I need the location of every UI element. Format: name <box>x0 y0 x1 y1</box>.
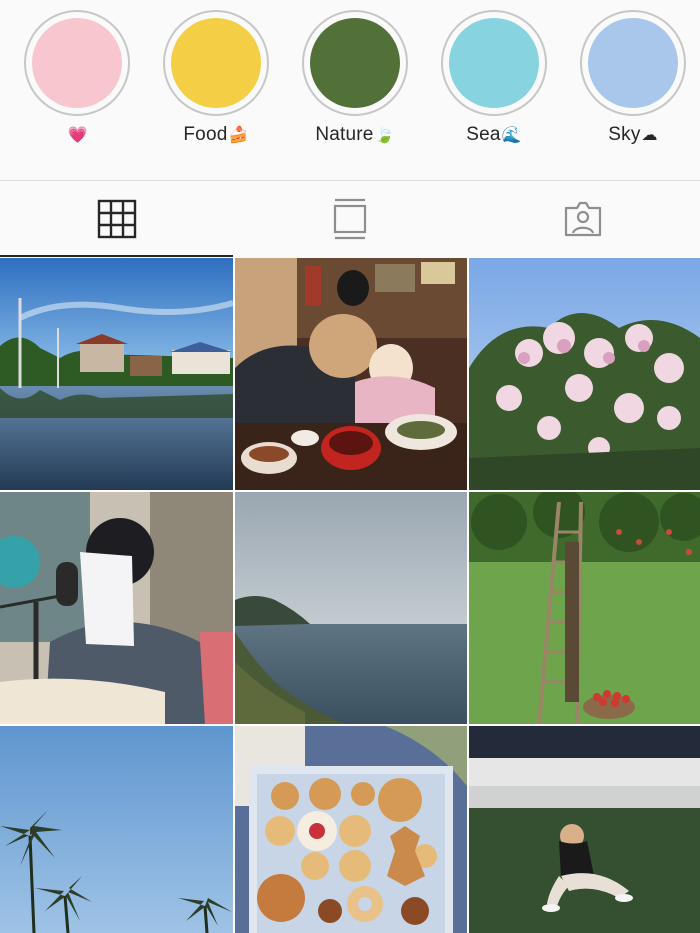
wave-emoji-icon: 🌊 <box>501 125 522 144</box>
highlight-sea[interactable]: Sea🌊 <box>439 10 549 170</box>
story-highlights: 💗 Food🍰 Nature🍃 Sea🌊 Sky☁ <box>0 0 700 180</box>
highlight-cover <box>588 18 678 108</box>
post-thumbnail[interactable] <box>0 492 233 724</box>
highlight-sky[interactable]: Sky☁ <box>578 10 688 170</box>
post-grid <box>0 258 700 933</box>
highlight-ring <box>441 10 547 116</box>
post-thumbnail[interactable] <box>469 726 700 933</box>
highlight-label: Food🍰 <box>183 124 249 145</box>
tab-tagged[interactable] <box>466 181 700 257</box>
tab-grid[interactable] <box>0 181 233 257</box>
cloud-emoji-icon: ☁ <box>641 125 658 144</box>
highlight-heart[interactable]: 💗 <box>22 10 132 170</box>
person-sitting-grass-photo <box>469 726 700 933</box>
post-thumbnail[interactable] <box>469 258 700 490</box>
tagged-person-icon <box>564 201 602 237</box>
feed-list-icon <box>333 198 366 240</box>
restaurant-people-photo <box>235 258 467 490</box>
highlight-label: Nature🍃 <box>315 124 395 145</box>
highlight-cover <box>171 18 261 108</box>
highlight-cover <box>310 18 400 108</box>
highlight-ring <box>302 10 408 116</box>
post-thumbnail[interactable] <box>0 726 233 933</box>
highlight-cover <box>32 18 122 108</box>
post-thumbnail[interactable] <box>469 492 700 724</box>
cake-emoji-icon: 🍰 <box>228 125 249 144</box>
highlight-ring <box>163 10 269 116</box>
highlight-ring <box>580 10 686 116</box>
flowering-tree-photo <box>469 258 700 490</box>
lake-village-photo <box>0 258 233 490</box>
cookie-box-photo <box>235 726 467 933</box>
post-thumbnail[interactable] <box>0 258 233 490</box>
highlight-label: Sky☁ <box>608 124 658 145</box>
highlight-label: 💗 <box>2 124 152 146</box>
grid-icon <box>97 199 136 239</box>
post-thumbnail[interactable] <box>235 726 467 933</box>
radio-studio-photo <box>0 492 233 724</box>
highlight-nature[interactable]: Nature🍃 <box>300 10 410 170</box>
palm-trees-photo <box>0 726 233 933</box>
tab-feed[interactable] <box>233 181 466 257</box>
profile-tab-bar <box>0 180 700 257</box>
post-thumbnail[interactable] <box>235 258 467 490</box>
orchard-ladder-photo <box>469 492 700 724</box>
sea-headland-photo <box>235 492 467 724</box>
highlight-ring <box>24 10 130 116</box>
highlight-label: Sea🌊 <box>466 124 522 145</box>
highlight-food[interactable]: Food🍰 <box>161 10 271 170</box>
heart-emoji-icon: 💗 <box>67 125 88 144</box>
post-thumbnail[interactable] <box>235 492 467 724</box>
leaf-emoji-icon: 🍃 <box>374 125 395 144</box>
highlight-cover <box>449 18 539 108</box>
